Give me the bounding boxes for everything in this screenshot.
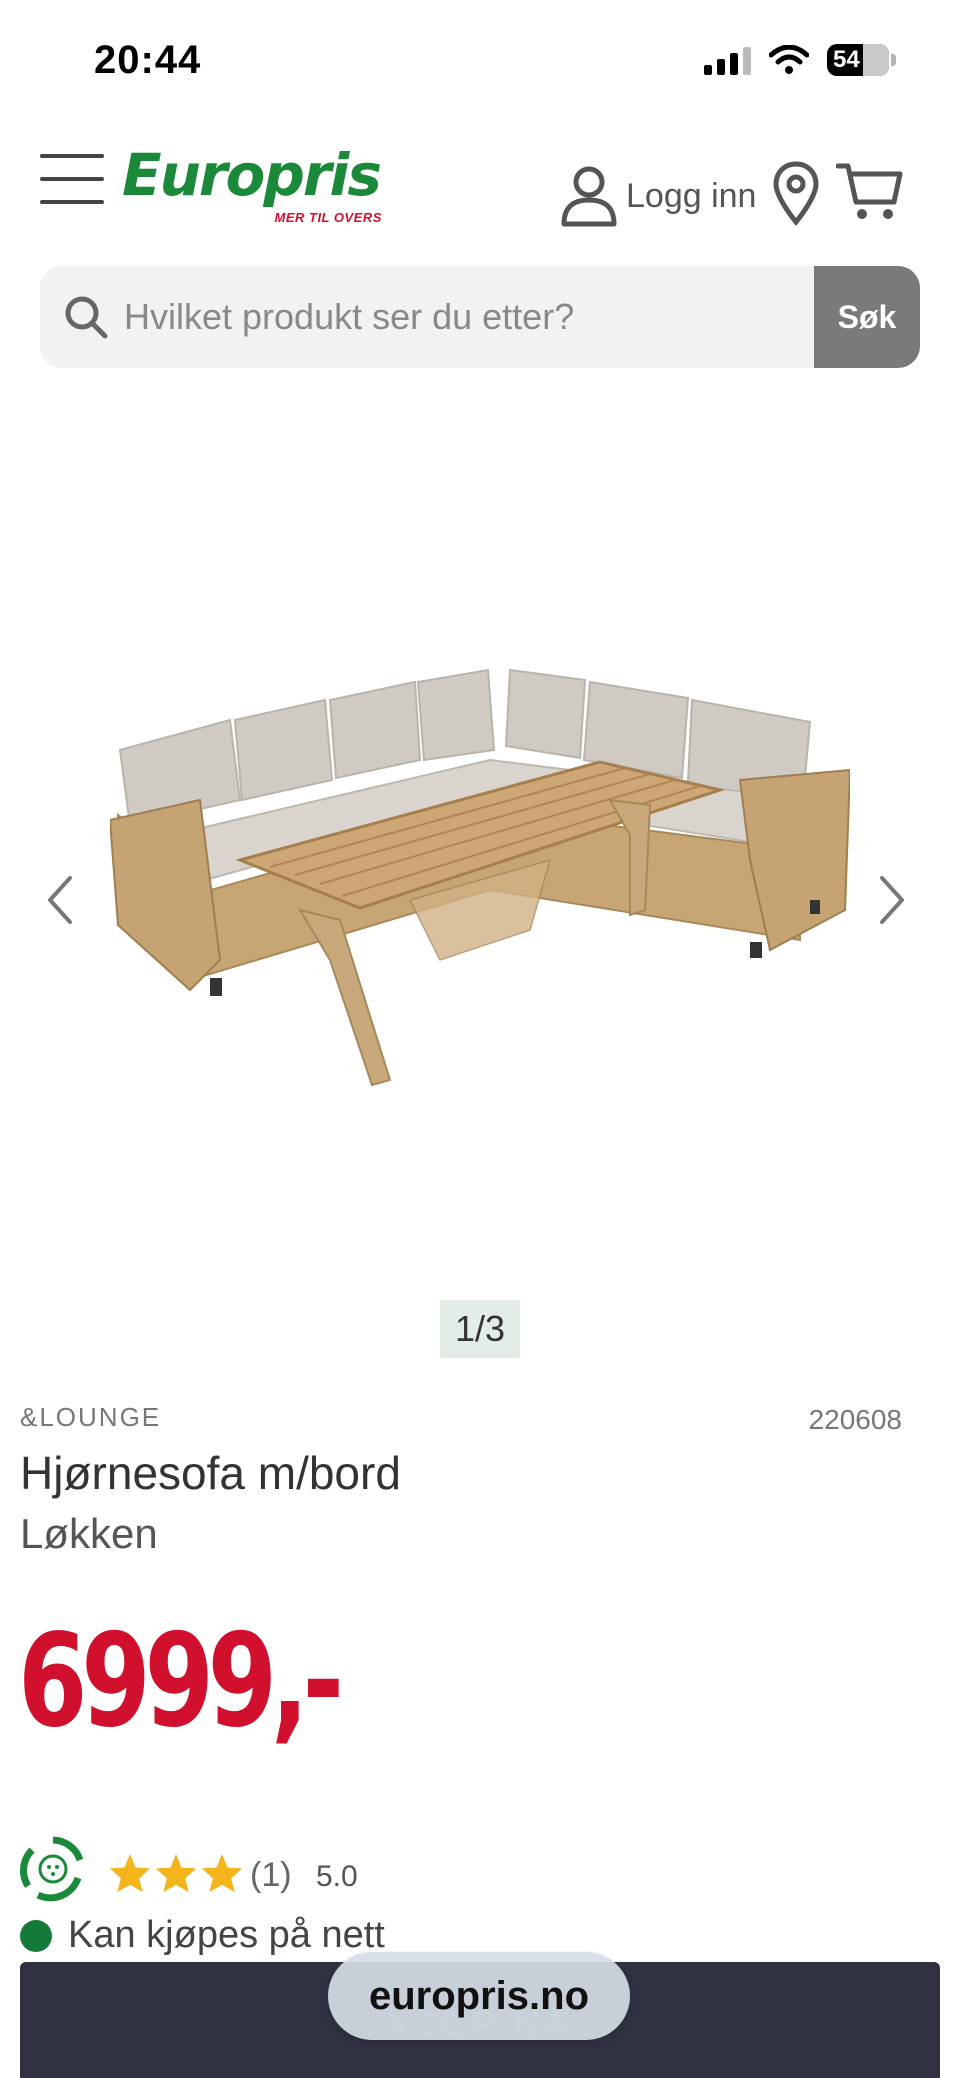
logo-text: Europris — [122, 141, 382, 209]
rating-score: 5.0 — [316, 1860, 358, 1893]
search-input[interactable] — [116, 266, 814, 368]
battery-level: 54 — [833, 46, 860, 73]
star-icon — [109, 1853, 151, 1893]
availability-status: Kan kjøpes på nett — [20, 1914, 385, 1957]
site-header: Europris MER TIL OVERS Logg inn — [0, 140, 960, 250]
product-sku: 220608 — [808, 1404, 902, 1435]
image-counter: 1/3 — [440, 1300, 520, 1358]
availability-label: Kan kjøpes på nett — [68, 1914, 385, 1956]
chevron-right-icon[interactable] — [872, 870, 912, 930]
product-image[interactable] — [110, 660, 850, 1130]
product-price: 6999,- — [18, 1607, 344, 1756]
login-label: Logg inn — [626, 176, 757, 215]
rating-count[interactable]: (1) — [250, 1856, 292, 1895]
product-subtitle: Løkken — [20, 1510, 158, 1557]
logo-tagline: MER TIL OVERS — [274, 210, 382, 225]
wifi-icon — [769, 45, 809, 74]
store-locator-icon[interactable] — [772, 160, 820, 226]
cellular-signal-icon — [704, 45, 751, 75]
user-icon — [561, 166, 617, 227]
battery-icon: 54 — [827, 44, 889, 76]
login-button[interactable]: Logg inn — [560, 164, 756, 228]
availability-dot-icon — [20, 1919, 52, 1952]
chevron-left-icon[interactable] — [40, 870, 80, 930]
europris-logo[interactable]: Europris MER TIL OVERS — [122, 141, 382, 225]
cart-icon[interactable] — [836, 160, 904, 224]
recycle-eco-icon — [20, 1836, 84, 1902]
search-icon — [56, 287, 116, 347]
search-button[interactable]: Søk — [814, 266, 920, 368]
star-icon — [201, 1853, 243, 1893]
browser-url-pill[interactable]: europris.no — [328, 1952, 630, 2040]
star-icon — [155, 1853, 197, 1893]
product-brand: &LOUNGE — [20, 1402, 162, 1432]
product-title: Hjørnesofa m/bord — [20, 1447, 401, 1499]
status-time: 20:44 — [94, 38, 202, 82]
product-image-carousel: 1/3 — [0, 400, 960, 1360]
rating-stars[interactable] — [108, 1852, 244, 1894]
status-icons: 54 — [704, 44, 896, 76]
status-bar: 20:44 54 — [0, 0, 960, 120]
search-bar: Søk — [40, 266, 920, 368]
menu-icon[interactable] — [40, 154, 104, 204]
